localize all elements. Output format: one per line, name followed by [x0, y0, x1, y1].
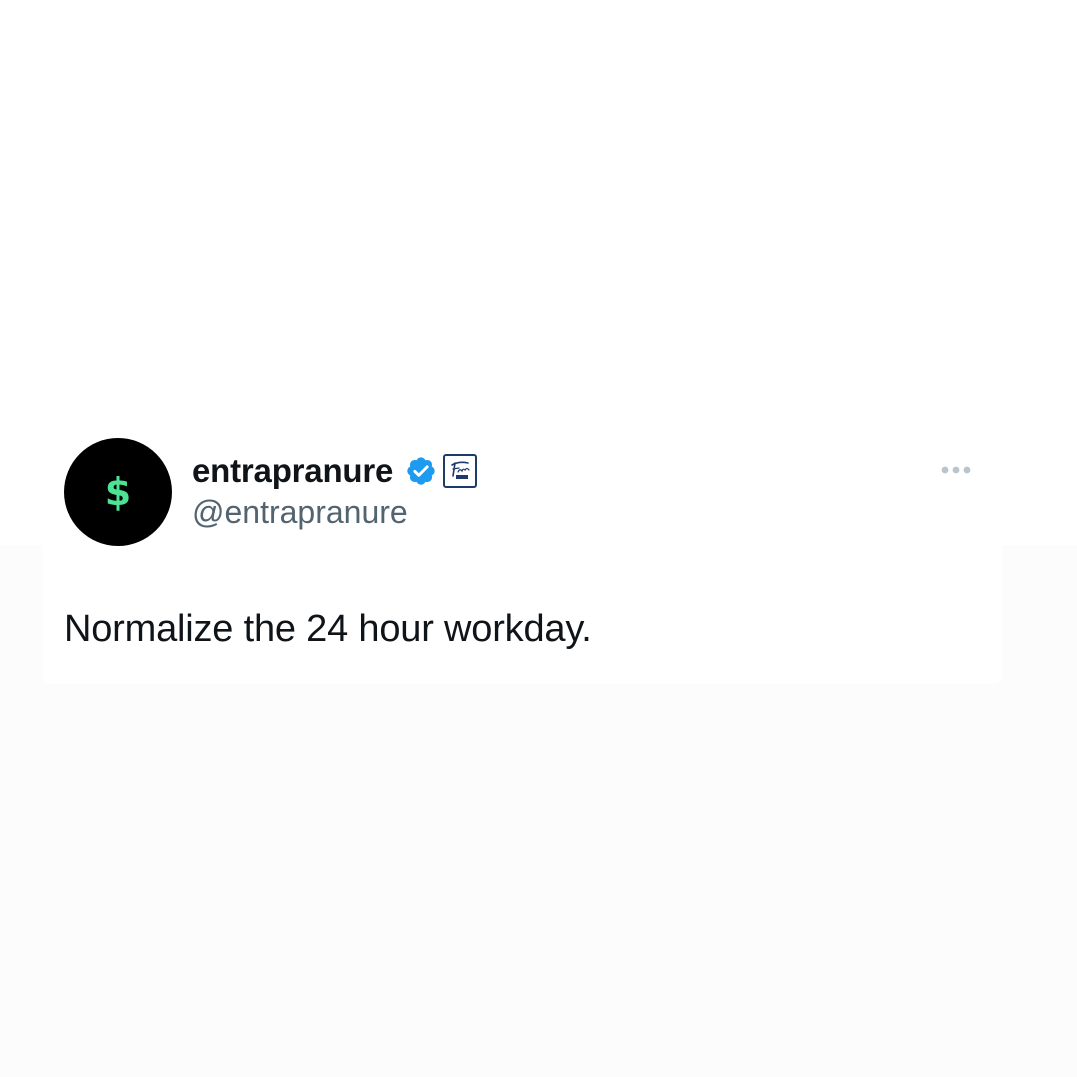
tweet-card[interactable]: $ entrapranure @entrapranure Normalize t… [42, 408, 1002, 684]
author-handle[interactable]: @entrapranure [192, 494, 408, 531]
author-name-row: entrapranure [192, 448, 478, 494]
author-display-name[interactable]: entrapranure [192, 452, 393, 490]
more-options-button[interactable] [934, 456, 982, 484]
tweet-text: Normalize the 24 hour workday. [64, 608, 592, 650]
more-horizontal-icon [941, 466, 971, 474]
friday-logo-badge-icon[interactable] [443, 454, 478, 488]
avatar[interactable]: $ [64, 438, 172, 546]
verified-badge-icon[interactable] [405, 455, 437, 487]
dollar-sign-icon: $ [104, 470, 132, 514]
